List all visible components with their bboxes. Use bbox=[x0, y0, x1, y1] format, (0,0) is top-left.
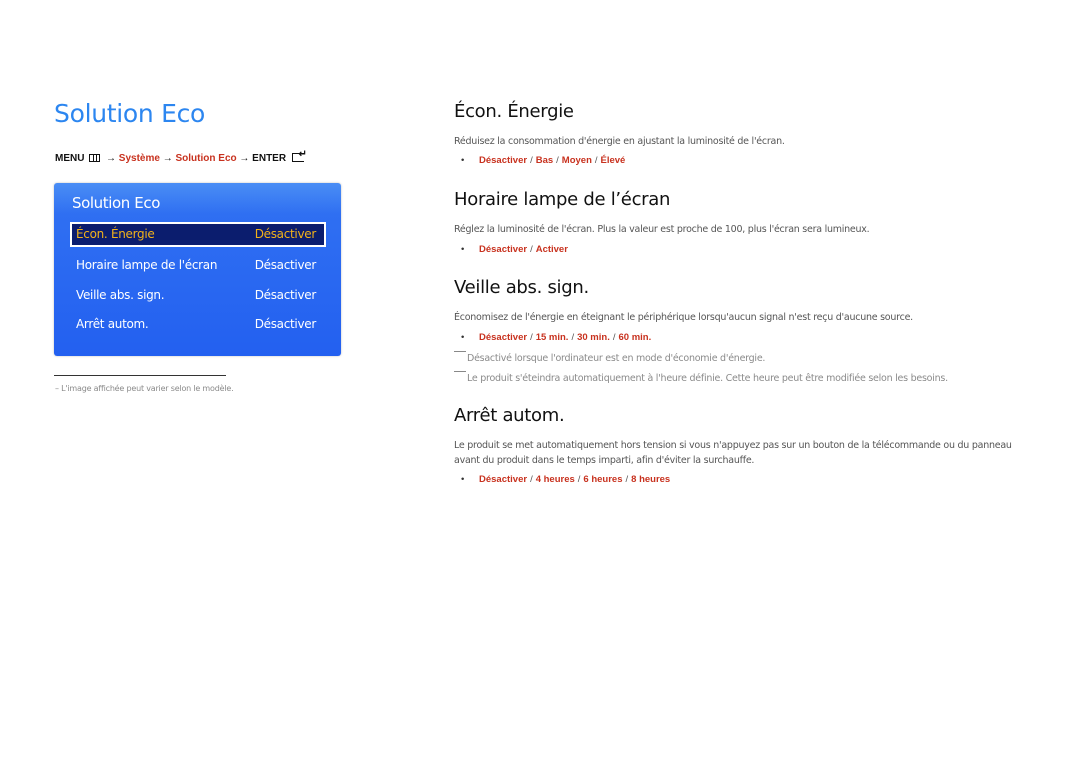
separator: / bbox=[612, 332, 616, 343]
page-title: Solution Eco bbox=[54, 99, 206, 128]
osd-item-value: Désactiver bbox=[254, 258, 317, 272]
note-dash-icon bbox=[454, 351, 466, 352]
arrow-icon: → bbox=[106, 153, 117, 164]
option: Désactiver bbox=[479, 244, 528, 255]
section-title-veille-abs-sign: Veille abs. sign. bbox=[454, 277, 589, 298]
section-title-arret-autom: Arrêt autom. bbox=[454, 405, 565, 426]
osd-item-label: Arrêt autom. bbox=[76, 317, 149, 331]
option: 30 min. bbox=[577, 332, 610, 343]
enter-label: ENTER bbox=[252, 153, 287, 164]
section-options: • Désactiver / Activer bbox=[461, 244, 568, 255]
osd-item-value: Désactiver bbox=[254, 288, 317, 302]
arrow-icon: → bbox=[239, 153, 250, 164]
option: Activer bbox=[535, 244, 568, 255]
bullet-icon: • bbox=[461, 332, 465, 343]
osd-item-veille-abs-sign[interactable]: Veille abs. sign. Désactiver bbox=[70, 283, 326, 308]
osd-item-arret-autom[interactable]: Arrêt autom. Désactiver bbox=[70, 312, 326, 337]
note-text: Désactivé lorsque l'ordinateur est en mo… bbox=[467, 353, 766, 364]
osd-title: Solution Eco bbox=[72, 194, 160, 212]
menu-icon bbox=[89, 154, 101, 162]
separator: / bbox=[625, 474, 629, 485]
separator: / bbox=[530, 244, 533, 255]
separator: / bbox=[577, 474, 581, 485]
option: 8 heures bbox=[631, 474, 671, 485]
option: 60 min. bbox=[618, 332, 652, 343]
section-options: • Désactiver / Bas / Moyen / Élevé bbox=[461, 155, 625, 166]
separator: / bbox=[594, 155, 598, 166]
osd-item-label: Écon. Énergie bbox=[76, 227, 155, 241]
note-dash-icon bbox=[454, 371, 466, 372]
section-note: Désactivé lorsque l'ordinateur est en mo… bbox=[454, 351, 765, 364]
footnote: – L'image affichée peut varier selon le … bbox=[55, 384, 234, 393]
option: 4 heures bbox=[535, 474, 575, 485]
separator: / bbox=[530, 155, 533, 166]
option: Désactiver bbox=[479, 155, 528, 166]
menu-path-breadcrumb: MENU → Système → Solution Eco → ENTER bbox=[55, 149, 307, 164]
section-description: Réglez la luminosité de l'écran. Plus la… bbox=[454, 224, 870, 235]
option: 6 heures bbox=[583, 474, 623, 485]
osd-menu-panel: Solution Eco Écon. Énergie Désactiver Ho… bbox=[54, 183, 341, 356]
option: 15 min. bbox=[535, 332, 569, 343]
separator: / bbox=[530, 474, 533, 485]
separator: / bbox=[530, 332, 533, 343]
osd-item-value: Désactiver bbox=[254, 227, 317, 241]
section-title-horaire-lampe: Horaire lampe de l’écran bbox=[454, 189, 671, 210]
osd-item-label: Veille abs. sign. bbox=[76, 288, 165, 302]
separator: / bbox=[571, 332, 575, 343]
breadcrumb-systeme: Système bbox=[118, 153, 160, 164]
section-options: • Désactiver/4 heures/6 heures/8 heures bbox=[461, 474, 670, 485]
section-note: Le produit s'éteindra automatiquement à … bbox=[454, 371, 948, 384]
option: Moyen bbox=[561, 155, 592, 166]
option: Élevé bbox=[600, 155, 626, 166]
option: Désactiver bbox=[479, 332, 528, 343]
option: Désactiver bbox=[479, 474, 528, 485]
osd-item-horaire-lampe[interactable]: Horaire lampe de l'écran Désactiver bbox=[70, 253, 326, 278]
section-description: Le produit se met automatiquement hors t… bbox=[454, 440, 1012, 466]
section-description: Économisez de l'énergie en éteignant le … bbox=[454, 312, 913, 323]
enter-icon bbox=[291, 149, 307, 162]
breadcrumb-solution-eco: Solution Eco bbox=[175, 153, 237, 164]
footnote-divider bbox=[54, 375, 226, 376]
menu-label: MENU bbox=[55, 153, 85, 164]
osd-item-value: Désactiver bbox=[254, 317, 317, 331]
bullet-icon: • bbox=[461, 474, 465, 485]
section-options: • Désactiver/15 min./30 min./60 min. bbox=[461, 332, 651, 343]
option: Bas bbox=[535, 155, 554, 166]
section-title-econ-energie: Écon. Énergie bbox=[454, 101, 574, 122]
osd-item-econ-energie[interactable]: Écon. Énergie Désactiver bbox=[70, 222, 326, 247]
section-description: Réduisez la consommation d'énergie en aj… bbox=[454, 136, 785, 147]
bullet-icon: • bbox=[461, 244, 465, 255]
note-text: Le produit s'éteindra automatiquement à … bbox=[467, 373, 948, 384]
arrow-icon: → bbox=[162, 153, 173, 164]
osd-item-label: Horaire lampe de l'écran bbox=[76, 258, 218, 272]
separator: / bbox=[556, 155, 559, 166]
bullet-icon: • bbox=[461, 155, 465, 166]
